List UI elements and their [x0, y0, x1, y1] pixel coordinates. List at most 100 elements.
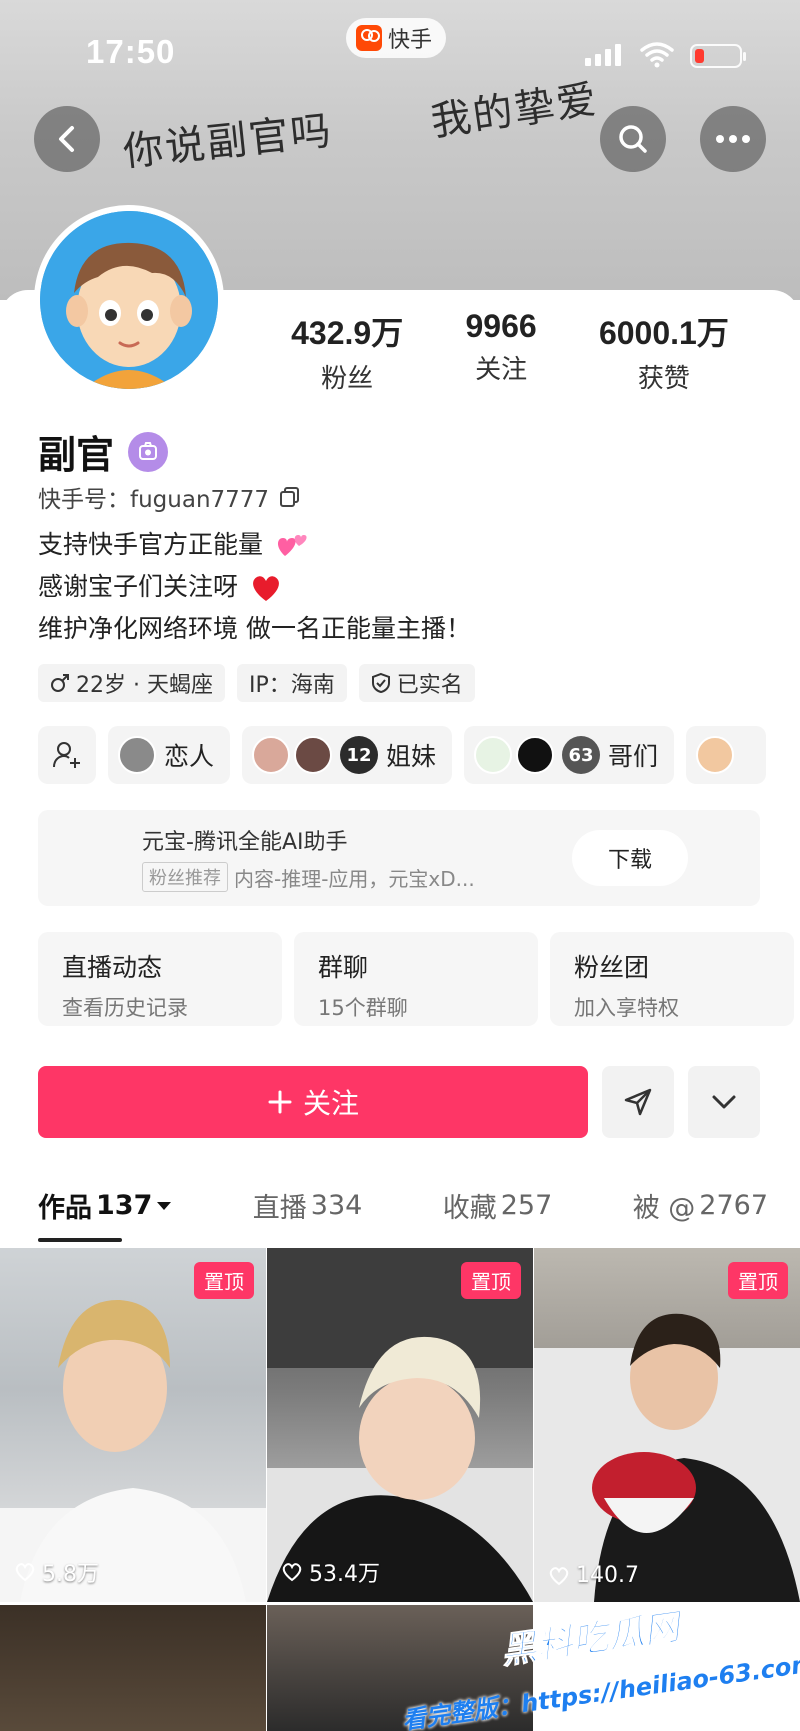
cellular-signal-icon	[585, 44, 625, 66]
relation-count: 12	[340, 736, 379, 774]
relation-lover[interactable]: 恋人	[108, 726, 231, 784]
banner-handwriting-1: 你说副官吗	[121, 107, 335, 176]
nickname-row: 副官	[38, 424, 169, 479]
tab-works[interactable]: 作品 137	[38, 1186, 172, 1225]
feature-subtitle: 查看历史记录	[62, 996, 188, 1020]
pinned-badge: 置顶	[194, 1262, 254, 1299]
tab-mentioned[interactable]: 被 @ 2767	[633, 1186, 768, 1225]
relation-sisters[interactable]: 12 姐妹	[242, 726, 453, 784]
video-thumbnail[interactable]	[534, 1605, 800, 1731]
video-thumbnail[interactable]: 置顶 53.4万	[267, 1248, 533, 1602]
feature-title: 群聊	[318, 953, 369, 982]
stat-label: 关注	[475, 355, 528, 385]
app-indicator-pill[interactable]: 快手	[346, 18, 447, 58]
like-count: 53.4万	[281, 1556, 380, 1588]
avatar[interactable]	[34, 205, 224, 395]
heart-outline-icon	[15, 1563, 35, 1582]
wifi-icon	[640, 42, 674, 68]
feature-title: 直播动态	[62, 953, 163, 982]
more-actions-button[interactable]	[688, 1066, 760, 1138]
video-thumbnail[interactable]: 置顶 140.7	[534, 1248, 800, 1602]
video-cover-image	[0, 1299, 266, 1602]
ad-desc: 内容-推理-应用，元宝xD...	[234, 866, 475, 891]
avatar	[118, 736, 156, 774]
like-count: 140.7	[548, 1563, 639, 1588]
video-thumbnail[interactable]	[0, 1605, 266, 1731]
search-button[interactable]	[600, 106, 666, 172]
app-indicator-label: 快手	[388, 28, 433, 53]
feature-subtitle: 加入享特权	[574, 996, 679, 1020]
bio-line: 支持快手官方正能量	[38, 524, 471, 566]
ad-subtitle: 粉丝推荐 内容-推理-应用，元宝xD...	[142, 862, 475, 892]
feature-cards: 直播动态 查看历史记录 群聊 15个群聊 粉丝团 加入享特权	[38, 932, 794, 1026]
heart-outline-icon	[549, 1566, 569, 1585]
feature-fan-club[interactable]: 粉丝团 加入享特权	[550, 932, 794, 1026]
avatar	[696, 736, 735, 774]
caret-down-icon	[157, 1201, 172, 1210]
avatar	[474, 736, 513, 774]
add-user-icon	[53, 742, 80, 768]
follow-button[interactable]: 关注	[38, 1066, 588, 1138]
relation-label: 恋人	[164, 742, 215, 771]
feature-title: 粉丝团	[574, 953, 650, 982]
stat-label: 获赞	[637, 364, 690, 394]
video-grid: 置顶 5.8万 置顶 53.4万 置顶 140.7	[0, 1248, 800, 1731]
bio-line: 感谢宝子们关注呀	[38, 566, 471, 608]
status-time: 17:50	[86, 33, 176, 70]
video-cover-image	[534, 1313, 800, 1602]
ad-banner[interactable]: 元宝-腾讯全能AI助手 粉丝推荐 内容-推理-应用，元宝xD... 下载	[38, 810, 760, 906]
stat-followers[interactable]: 432.9万 粉丝	[291, 308, 403, 395]
tag-verified: 已实名	[358, 664, 475, 702]
nickname: 副官	[38, 433, 115, 477]
stat-likes[interactable]: 6000.1万 获赞	[599, 308, 729, 395]
feature-group-chat[interactable]: 群聊 15个群聊	[294, 932, 538, 1026]
user-id: 快手号：fuguan7777	[38, 487, 270, 513]
relation-label: 姐妹	[386, 742, 437, 771]
bio-line: 维护净化网络环境 做一名正能量主播！	[38, 614, 471, 643]
tab-live[interactable]: 直播 334	[253, 1186, 363, 1225]
chevron-left-icon	[59, 126, 74, 152]
more-options-button[interactable]	[700, 106, 766, 172]
user-id-row: 快手号：fuguan7777	[38, 480, 301, 514]
video-thumbnail[interactable]: 置顶 5.8万	[0, 1248, 266, 1602]
status-bar: 17:50 快手	[0, 0, 800, 100]
tag-age-zodiac: 22岁 · 天蝎座	[38, 664, 225, 702]
relation-buddies[interactable]: 63 哥们	[464, 726, 675, 784]
back-button[interactable]	[34, 106, 100, 172]
ad-title: 元宝-腾讯全能AI助手	[142, 830, 348, 855]
like-count: 5.8万	[14, 1556, 99, 1588]
tab-favorites[interactable]: 收藏 257	[443, 1186, 553, 1225]
relation-count: 63	[562, 736, 601, 774]
red-heart-emoji-icon	[253, 576, 279, 601]
more-dots-icon	[716, 135, 750, 143]
heart-outline-icon	[282, 1563, 302, 1582]
add-relation-button[interactable]	[38, 726, 96, 784]
send-icon	[624, 1088, 652, 1116]
profile-tags: 22岁 · 天蝎座 IP：海南 已实名	[38, 664, 475, 702]
relation-more[interactable]	[686, 726, 767, 784]
verified-badge-icon[interactable]	[128, 431, 169, 472]
stat-value: 9966	[465, 308, 537, 344]
plus-icon	[268, 1090, 292, 1114]
video-cover-image	[267, 1248, 533, 1602]
badge-glyph-icon	[139, 441, 158, 460]
download-button[interactable]: 下载	[572, 830, 688, 886]
feature-live-history[interactable]: 直播动态 查看历史记录	[38, 932, 282, 1026]
avatar	[294, 736, 333, 774]
copy-icon[interactable]	[279, 486, 301, 508]
battery-icon	[690, 44, 746, 68]
relationship-row: 恋人 12 姐妹 63 哥们	[38, 726, 767, 784]
pinned-badge: 置顶	[461, 1262, 521, 1299]
kuaishou-logo-icon	[356, 25, 382, 51]
relation-label: 哥们	[608, 742, 659, 771]
avatar	[516, 736, 555, 774]
two-hearts-emoji-icon	[277, 535, 307, 556]
follow-label: 关注	[302, 1087, 359, 1120]
search-icon	[619, 125, 647, 153]
feature-subtitle: 15个群聊	[318, 996, 408, 1020]
video-thumbnail[interactable]	[267, 1605, 533, 1731]
content-tabs: 作品 137 直播 334 收藏 257 被 @ 2767	[38, 1186, 768, 1225]
stat-following[interactable]: 9966 关注	[465, 308, 536, 395]
chevron-down-icon	[712, 1095, 736, 1109]
share-button[interactable]	[602, 1066, 674, 1138]
